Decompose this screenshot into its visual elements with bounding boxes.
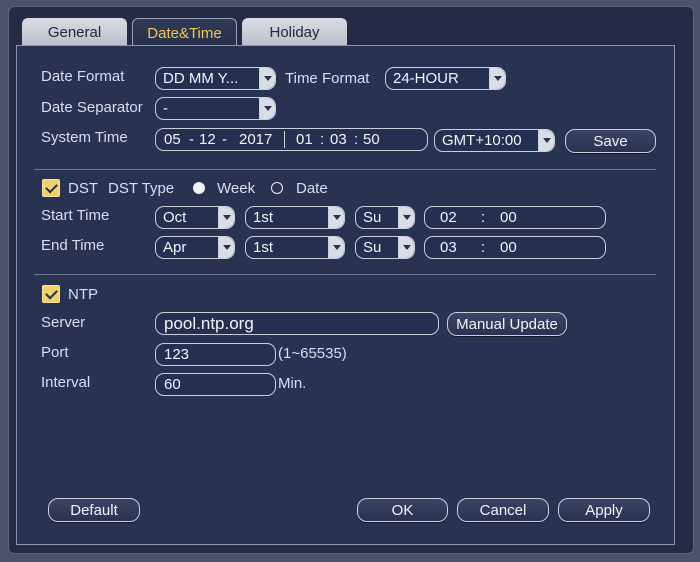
time-format-value: 24-HOUR (393, 70, 459, 87)
end-minute[interactable]: 00 (500, 239, 517, 256)
divider (284, 131, 285, 148)
tab-holiday[interactable]: Holiday (242, 18, 347, 46)
tab-general[interactable]: General (22, 18, 127, 46)
end-colon: : (481, 239, 486, 256)
chevron-down-icon (328, 207, 344, 228)
interval-label: Interval (41, 374, 91, 391)
end-hour[interactable]: 03 (440, 239, 457, 256)
chevron-down-icon (218, 207, 234, 228)
ntp-label: NTP (68, 286, 98, 303)
system-time-year[interactable]: 2017 (239, 131, 272, 148)
start-day-dropdown[interactable]: Su (355, 206, 415, 229)
system-time-field[interactable]: 05 - 12 - 2017 01 : 03 : 50 (155, 128, 428, 151)
system-time-minute[interactable]: 03 (330, 131, 347, 148)
time-format-label: Time Format (285, 70, 370, 87)
chevron-down-icon (259, 68, 275, 89)
timezone-value: GMT+10:00 (442, 132, 522, 149)
chevron-down-icon (218, 237, 234, 258)
end-month-dropdown[interactable]: Apr (155, 236, 235, 259)
interval-unit-label: Min. (278, 375, 307, 392)
end-month-value: Apr (163, 239, 187, 256)
date-separator-value: - (163, 100, 168, 117)
server-input[interactable] (155, 312, 439, 335)
save-button[interactable]: Save (565, 129, 656, 153)
apply-button[interactable]: Apply (558, 498, 650, 522)
default-button[interactable]: Default (48, 498, 140, 522)
dst-date-radio[interactable] (271, 182, 283, 194)
end-time-field[interactable]: 03 : 00 (424, 236, 606, 259)
start-time-label: Start Time (41, 207, 110, 224)
start-hour[interactable]: 02 (440, 209, 457, 226)
tab-bar: General Date&Time Holiday (22, 18, 352, 47)
system-time-sep: - (189, 131, 194, 148)
section-divider (34, 274, 656, 275)
start-time-field[interactable]: 02 : 00 (424, 206, 606, 229)
ok-button[interactable]: OK (357, 498, 448, 522)
date-separator-dropdown[interactable]: - (155, 97, 276, 120)
system-time-label: System Time (41, 129, 128, 146)
start-day-value: Su (363, 209, 382, 226)
start-week-value: 1st (253, 209, 274, 226)
chevron-down-icon (489, 68, 505, 89)
system-time-sep: - (222, 131, 227, 148)
server-label: Server (41, 314, 86, 331)
section-divider (34, 169, 656, 170)
date-format-value: DD MM Y... (163, 70, 239, 87)
end-time-label: End Time (41, 237, 105, 254)
port-range-label: (1~65535) (278, 345, 347, 362)
interval-input[interactable] (155, 373, 276, 396)
cancel-button[interactable]: Cancel (457, 498, 549, 522)
system-time-hour[interactable]: 01 (296, 131, 313, 148)
start-month-dropdown[interactable]: Oct (155, 206, 235, 229)
system-time-colon: : (354, 131, 359, 148)
dst-date-label: Date (296, 180, 328, 197)
dst-type-label: DST Type (108, 180, 175, 197)
system-time-month[interactable]: 12 (199, 131, 216, 148)
chevron-down-icon (398, 237, 414, 258)
start-colon: : (481, 209, 486, 226)
start-week-dropdown[interactable]: 1st (245, 206, 345, 229)
date-format-label: Date Format (41, 68, 125, 85)
date-format-dropdown[interactable]: DD MM Y... (155, 67, 276, 90)
end-week-dropdown[interactable]: 1st (245, 236, 345, 259)
system-time-day[interactable]: 05 (164, 131, 181, 148)
port-label: Port (41, 344, 69, 361)
manual-update-button[interactable]: Manual Update (447, 312, 567, 336)
server-input-text[interactable] (164, 313, 438, 334)
chevron-down-icon (398, 207, 414, 228)
chevron-down-icon (328, 237, 344, 258)
start-minute[interactable]: 00 (500, 209, 517, 226)
end-day-value: Su (363, 239, 382, 256)
system-time-colon: : (320, 131, 325, 148)
dst-checkbox[interactable] (42, 179, 60, 197)
date-separator-label: Date Separator (41, 99, 143, 116)
end-day-dropdown[interactable]: Su (355, 236, 415, 259)
dst-week-radio[interactable] (193, 182, 205, 194)
system-time-second[interactable]: 50 (363, 131, 380, 148)
end-week-value: 1st (253, 239, 274, 256)
interval-input-text[interactable] (164, 376, 275, 393)
port-input-text[interactable] (164, 346, 275, 363)
tab-date-time[interactable]: Date&Time (132, 18, 237, 47)
dst-week-label: Week (217, 180, 256, 197)
dst-label: DST (68, 180, 98, 197)
start-month-value: Oct (163, 209, 187, 226)
chevron-down-icon (538, 130, 554, 151)
time-format-dropdown[interactable]: 24-HOUR (385, 67, 506, 90)
date-time-panel (16, 45, 675, 545)
timezone-dropdown[interactable]: GMT+10:00 (434, 129, 555, 152)
chevron-down-icon (259, 98, 275, 119)
port-input[interactable] (155, 343, 276, 366)
ntp-checkbox[interactable] (42, 285, 60, 303)
